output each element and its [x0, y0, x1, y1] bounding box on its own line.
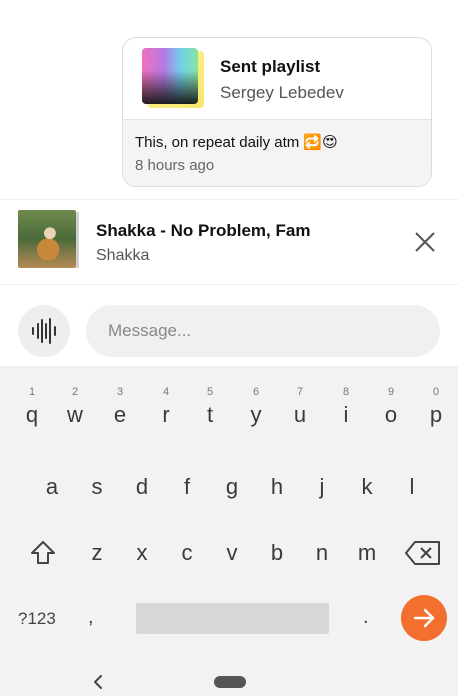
key-o[interactable]: 9o	[371, 366, 411, 427]
shift-key-icon[interactable]	[28, 538, 58, 568]
key-v[interactable]: v	[212, 540, 252, 566]
voice-message-button[interactable]	[18, 305, 70, 357]
key-hint: 3	[116, 386, 124, 398]
key-label: t	[206, 402, 214, 427]
key-label: i	[343, 402, 349, 427]
key-e[interactable]: 3e	[100, 366, 140, 427]
key-d[interactable]: d	[122, 474, 162, 500]
key-a[interactable]: a	[32, 474, 72, 500]
key-h[interactable]: h	[257, 474, 297, 500]
close-icon[interactable]	[412, 229, 438, 255]
key-n[interactable]: n	[302, 540, 342, 566]
enter-key[interactable]	[401, 595, 447, 641]
key-f[interactable]: f	[167, 474, 207, 500]
key-j[interactable]: j	[302, 474, 342, 500]
key-s[interactable]: s	[77, 474, 117, 500]
playlist-title: Sent playlist	[220, 57, 321, 76]
key-label: e	[113, 402, 127, 427]
key-hint: 4	[162, 386, 170, 398]
key-t[interactable]: 5t	[190, 366, 230, 427]
key-r[interactable]: 4r	[146, 366, 186, 427]
message-timestamp: 8 hours ago	[135, 157, 215, 174]
key-u[interactable]: 7u	[280, 366, 320, 427]
key-c[interactable]: c	[167, 540, 207, 566]
key-hint: 9	[387, 386, 395, 398]
comma-key[interactable]: ,	[88, 606, 94, 629]
key-g[interactable]: g	[212, 474, 252, 500]
space-key[interactable]	[136, 603, 329, 634]
key-hint: 2	[71, 386, 79, 398]
key-p[interactable]: 0p	[416, 366, 456, 427]
playlist-preview[interactable]: Sent playlist Sergey Lebedev	[123, 38, 431, 120]
playlist-cover	[142, 48, 204, 110]
key-w[interactable]: 2w	[55, 366, 95, 427]
period-key[interactable]: .	[363, 606, 369, 629]
arrow-right-icon	[413, 608, 435, 628]
key-l[interactable]: l	[392, 474, 432, 500]
key-label: o	[384, 402, 398, 427]
back-nav-icon[interactable]	[90, 672, 106, 692]
key-x[interactable]: x	[122, 540, 162, 566]
key-hint: 6	[252, 386, 260, 398]
track-title: Shakka - No Problem, Fam	[96, 221, 311, 240]
key-label: p	[429, 402, 443, 427]
key-hint: 8	[342, 386, 350, 398]
key-label: w	[67, 402, 83, 427]
key-label: r	[162, 402, 170, 427]
playlist-cover-art	[142, 48, 198, 104]
key-b[interactable]: b	[257, 540, 297, 566]
track-artwork	[18, 210, 79, 268]
backspace-key-icon[interactable]	[404, 538, 442, 568]
message-text: This, on repeat daily atm 🔁😍	[135, 134, 338, 151]
message-input[interactable]	[86, 305, 440, 357]
shared-playlist-message[interactable]: Sent playlist Sergey Lebedev This, on re…	[122, 37, 432, 187]
track-artist: Shakka	[96, 247, 150, 264]
playlist-sender: Sergey Lebedev	[220, 83, 344, 102]
key-hint: 0	[432, 386, 440, 398]
key-hint: 5	[206, 386, 214, 398]
key-z[interactable]: z	[77, 540, 117, 566]
now-playing-bar[interactable]: Shakka - No Problem, Fam Shakka	[0, 199, 458, 285]
key-hint: 7	[296, 386, 304, 398]
key-label: u	[293, 402, 307, 427]
key-y[interactable]: 6y	[236, 366, 276, 427]
key-label: y	[250, 402, 262, 427]
on-screen-keyboard: 1q 2w 3e 4r 5t 6y 7u 8i 9o 0p a s d f g …	[0, 366, 458, 696]
key-label: q	[25, 402, 39, 427]
key-q[interactable]: 1q	[12, 366, 52, 427]
waveform-icon	[32, 318, 56, 344]
symbols-key[interactable]: ?123	[18, 609, 56, 629]
key-i[interactable]: 8i	[326, 366, 366, 427]
message-body: This, on repeat daily atm 🔁😍 8 hours ago	[123, 120, 431, 186]
key-k[interactable]: k	[347, 474, 387, 500]
key-hint: 1	[28, 386, 36, 398]
key-m[interactable]: m	[347, 540, 387, 566]
home-nav-pill[interactable]	[214, 676, 246, 688]
